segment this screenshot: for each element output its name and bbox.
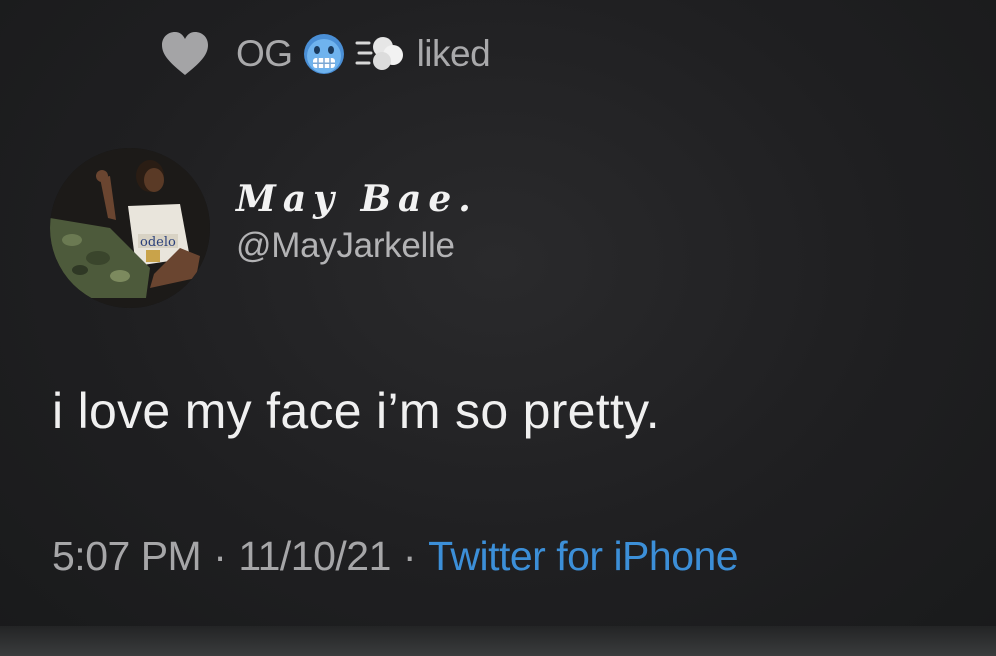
tweet-date[interactable]: 11/10/21 xyxy=(238,533,391,579)
heart-icon xyxy=(162,32,208,75)
tweet-author[interactable]: odelo May Bae. @MayJarkelle xyxy=(50,148,478,308)
liker-name[interactable]: OG xyxy=(236,33,293,75)
dash-emoji-icon xyxy=(355,37,403,70)
author-names: May Bae. @MayJarkelle xyxy=(236,148,478,266)
separator-dot: · xyxy=(402,533,417,579)
shirt-text: odelo xyxy=(140,235,176,250)
separator-dot: · xyxy=(213,533,227,579)
tweet-metadata: 5:07 PM · 11/10/21 · Twitter for iPhone xyxy=(52,533,739,580)
liked-label: liked xyxy=(416,33,491,74)
bottom-divider xyxy=(0,626,996,656)
tweet-source-link[interactable]: Twitter for iPhone xyxy=(428,533,739,579)
social-context: OG liked xyxy=(160,24,491,84)
avatar-photo: odelo xyxy=(50,148,210,308)
cold-face-emoji-icon xyxy=(303,34,344,74)
display-name[interactable]: May Bae. xyxy=(236,178,478,220)
tweet-time[interactable]: 5:07 PM xyxy=(52,533,202,579)
tweet-text: i love my face i’m so pretty. xyxy=(52,383,660,439)
avatar[interactable]: odelo xyxy=(50,148,210,308)
user-handle[interactable]: @MayJarkelle xyxy=(236,226,478,266)
